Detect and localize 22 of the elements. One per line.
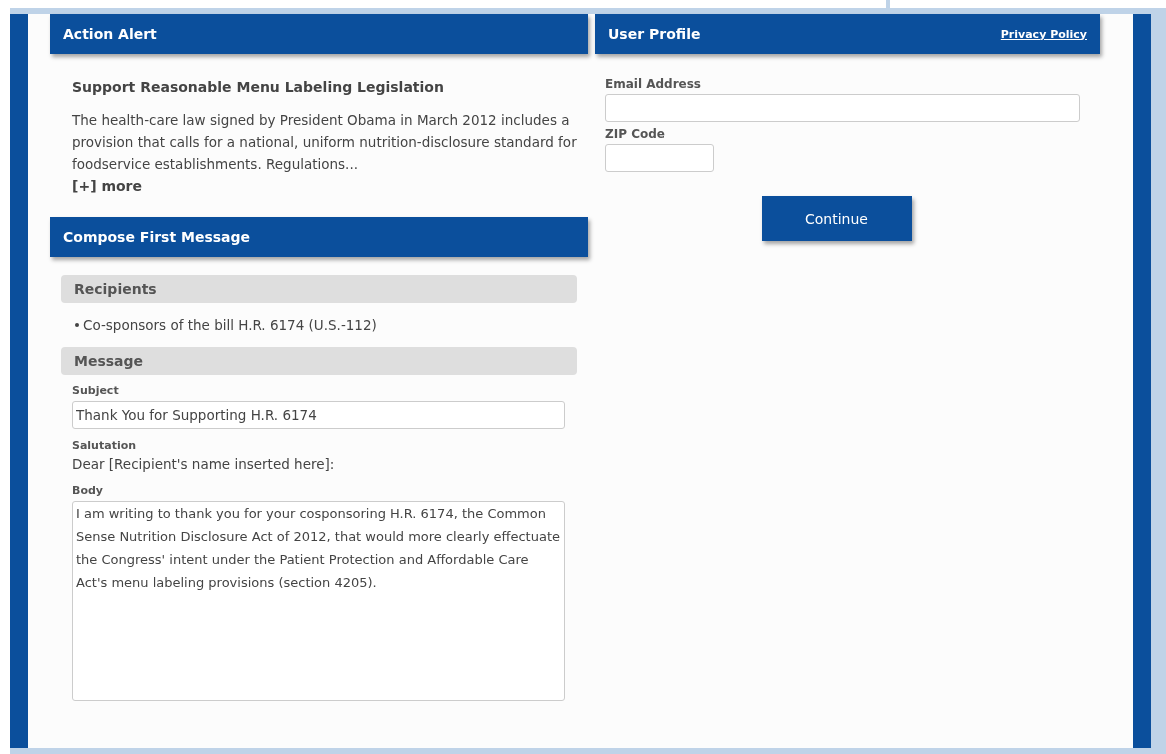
field-label: Email Address <box>605 76 702 92</box>
field-label: Body <box>72 483 104 499</box>
continue-button[interactable]: Continue <box>761 196 912 241</box>
more-link[interactable]: [+] more <box>72 175 142 197</box>
message-heading: Message <box>61 347 577 375</box>
section-title: Compose First Message <box>63 229 251 245</box>
subject-field[interactable]: Thank You for Supporting H.R. 6174 <box>72 401 565 429</box>
input-field[interactable] <box>605 94 1080 122</box>
input-field[interactable] <box>605 144 714 172</box>
salutation-text: Dear [Recipient's name inserted here]: <box>72 455 336 474</box>
alert-headline: Support Reasonable Menu Labeling Legislation <box>72 78 445 97</box>
section-title: User Profile <box>608 26 701 42</box>
recipients-heading: Recipients <box>61 275 577 303</box>
recipient-item: Co-sponsors of the bill H.R. 6174 (U.S.-112) <box>83 317 377 333</box>
field-label: ZIP Code <box>605 126 666 142</box>
alert-summary: The health-care law signed by President Obama in March 2012 includes a provision that calls for a national, uniform nutrition-disclosure standard for foodservice establishments. Regulations... <box>72 111 578 174</box>
field-label: Salutation <box>72 438 138 454</box>
privacy-link[interactable]: Privacy Policy <box>1000 27 1087 41</box>
bullet-icon <box>75 323 79 327</box>
field-label: Subject <box>72 383 120 399</box>
section-title: Action Alert <box>63 26 157 42</box>
body-field[interactable]: I am writing to thank you for your cosponsoring H.R. 6174, the Common Sense Nutrition Disclosure Act of 2012, that would more clearly effectuate the Congress' intent under the Patient Protection and Affordable Care Act's menu labeling provisions (section 4205). <box>72 501 565 701</box>
